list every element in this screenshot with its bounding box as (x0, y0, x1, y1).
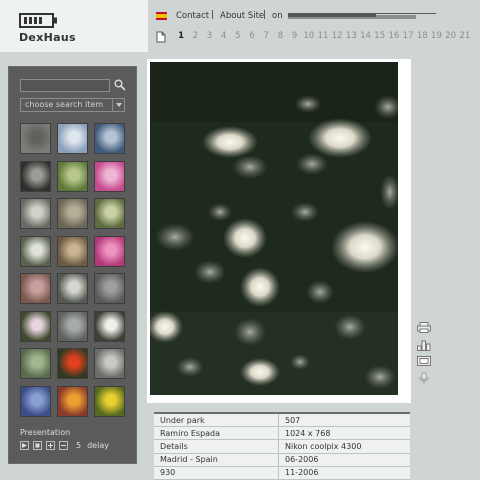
delay-value: 5 (76, 441, 82, 450)
page-icon (156, 31, 166, 43)
photo-info-table: Under park 507 Ramiro Espada 1024 x 768 Deta… (154, 412, 410, 480)
thumbnail[interactable] (94, 348, 125, 379)
print-icon[interactable] (417, 322, 431, 333)
page-link[interactable]: 12 (330, 31, 344, 41)
page-link[interactable]: 15 (373, 31, 387, 41)
thumbnail[interactable] (20, 273, 51, 304)
microphone-icon[interactable] (417, 372, 431, 384)
thumbnail[interactable] (94, 235, 125, 267)
thumbnail[interactable] (20, 123, 51, 154)
thumbnail[interactable] (57, 385, 88, 417)
table-row: 930 11-2006 (154, 466, 410, 480)
thumbnail[interactable] (57, 123, 88, 154)
page-link[interactable]: 13 (344, 31, 358, 41)
page-link[interactable]: 3 (202, 31, 216, 41)
stop-icon[interactable] (33, 441, 42, 450)
thumbnail[interactable] (57, 310, 88, 342)
table-row: Ramiro Espada 1024 x 768 (154, 426, 410, 441)
thumbnail[interactable] (57, 198, 88, 229)
page-link[interactable]: 11 (316, 31, 330, 41)
table-cell: Under park (154, 413, 279, 428)
search-input[interactable] (20, 79, 110, 92)
thumbnail[interactable] (20, 160, 51, 192)
thumbnail[interactable] (94, 198, 125, 229)
page-link[interactable]: 19 (429, 31, 443, 41)
thumbnail[interactable] (94, 385, 125, 417)
pagination: 1 2 3 4 5 6 7 8 9 10 11 12 13 14 15 16 17 18 19 20 21 (174, 31, 472, 41)
thumbnail[interactable] (94, 160, 125, 192)
contact-link[interactable]: Contact (176, 11, 209, 21)
page-link[interactable]: 6 (245, 31, 259, 41)
spain-flag-icon[interactable] (156, 12, 167, 20)
table-cell: 507 (278, 413, 410, 428)
page-link[interactable]: 1 (174, 31, 188, 41)
separator: | (263, 10, 267, 20)
thumbnail[interactable] (20, 385, 51, 417)
page-link[interactable]: 16 (387, 31, 401, 41)
presentation-controls: 5 delay (20, 441, 109, 450)
separator: | (211, 10, 215, 20)
minus-icon[interactable] (59, 441, 68, 450)
battery-icon (19, 13, 57, 28)
about-site-link[interactable]: About Site (220, 11, 264, 21)
page-link[interactable]: 17 (401, 31, 415, 41)
thumbnail[interactable] (94, 273, 125, 304)
search-select-value: choose search item (25, 100, 104, 109)
table-row: Details Nikon coolpix 4300 (154, 439, 410, 454)
page-link[interactable]: 4 (217, 31, 231, 41)
thumbnail[interactable] (57, 160, 88, 192)
thumbnail[interactable] (57, 273, 88, 304)
thumbnail-grid (20, 123, 125, 417)
table-cell: Ramiro Espada (154, 426, 279, 441)
main-photo[interactable] (150, 62, 398, 395)
logo-area: DexHaus (0, 0, 148, 52)
status-bar-graphic (288, 12, 436, 20)
plus-icon[interactable] (46, 441, 55, 450)
brand-name[interactable]: DexHaus (19, 31, 76, 44)
table-cell: Details (154, 439, 279, 454)
table-cell: 11-2006 (278, 466, 410, 480)
page-link[interactable]: 8 (273, 31, 287, 41)
table-cell: 1024 x 768 (278, 426, 410, 441)
table-cell: 930 (154, 466, 279, 480)
chart-icon[interactable] (417, 340, 431, 351)
thumbnail[interactable] (94, 310, 125, 342)
page-link[interactable]: 18 (415, 31, 429, 41)
page-link[interactable]: 9 (288, 31, 302, 41)
table-row: Under park 507 (154, 413, 410, 428)
thumbnail[interactable] (20, 348, 51, 379)
presentation-label: Presentation (20, 428, 71, 437)
top-bar: Contact | About Site | on 1 2 3 4 5 6 7 8 9 10 11 1… (148, 0, 480, 52)
thumbnail[interactable] (94, 123, 125, 154)
thumbnail[interactable] (20, 310, 51, 342)
sidebar: choose search item Presentation 5 delay (8, 66, 137, 464)
page-link[interactable]: 10 (302, 31, 316, 41)
search-item-select[interactable]: choose search item (20, 98, 125, 112)
slideshow-icon[interactable] (417, 356, 431, 366)
page-link[interactable]: 2 (188, 31, 202, 41)
table-cell: Nikon coolpix 4300 (278, 439, 410, 454)
table-cell: 06-2006 (278, 453, 410, 467)
thumbnail[interactable] (20, 198, 51, 229)
page-link[interactable]: 7 (259, 31, 273, 41)
photo-frame (147, 59, 411, 403)
page-link[interactable]: 5 (231, 31, 245, 41)
table-row: Madrid - Spain 06-2006 (154, 453, 410, 467)
page-link[interactable]: 14 (358, 31, 372, 41)
play-icon[interactable] (20, 441, 29, 450)
search-icon[interactable] (114, 79, 126, 91)
thumbnail[interactable] (20, 235, 51, 267)
table-cell: Madrid - Spain (154, 453, 279, 467)
on-label: on (272, 11, 283, 21)
page-link[interactable]: 20 (444, 31, 458, 41)
thumbnail[interactable] (57, 235, 88, 267)
delay-label: delay (87, 441, 109, 450)
thumbnail[interactable] (57, 348, 88, 379)
page-link[interactable]: 21 (458, 31, 472, 41)
chevron-down-icon[interactable] (112, 99, 124, 111)
